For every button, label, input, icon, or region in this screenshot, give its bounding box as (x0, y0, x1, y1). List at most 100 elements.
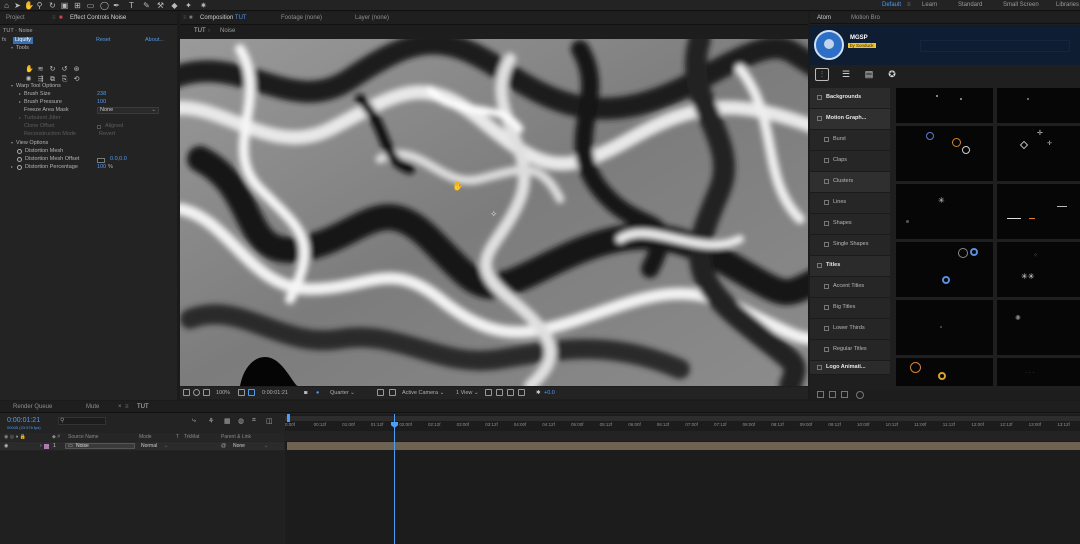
current-time-readout[interactable]: 0:00:01:21 (262, 390, 288, 396)
fx-icon[interactable]: fx (2, 37, 6, 44)
workspace-default[interactable]: Default (882, 2, 901, 8)
crosshair-icon[interactable] (97, 157, 105, 163)
timeline-search-input[interactable] (58, 417, 106, 425)
preset-thumbnail[interactable] (896, 300, 993, 355)
adjustments-icon[interactable]: ⫶ (815, 68, 829, 81)
reconstruction-mode-value[interactable]: Revert (99, 131, 115, 138)
workspace-standard[interactable]: Standard (958, 2, 982, 8)
brush-tool-icon[interactable]: ✎ (142, 1, 151, 10)
preset-thumbnail[interactable] (997, 88, 1080, 123)
reconstruction-tool-icon[interactable]: ⟲ (73, 76, 80, 83)
preset-thumbnail[interactable]: ✳ (896, 184, 993, 239)
exposure-value[interactable]: +0.0 (544, 390, 555, 396)
category-accent-titles[interactable]: Accent Titles (810, 277, 890, 298)
lock-icon[interactable]: ■ (189, 15, 193, 21)
toggle-pixel-aspect-icon[interactable] (485, 389, 492, 396)
reset-link[interactable]: Reset (96, 37, 110, 44)
column-source-name[interactable]: Source Name (68, 434, 99, 440)
category-backgrounds[interactable]: Backgrounds (810, 88, 890, 109)
category-titles[interactable]: Titles (810, 256, 890, 277)
shift-pixels-tool-icon[interactable]: ⇶ (37, 76, 44, 83)
twirl-open-icon[interactable] (11, 47, 13, 49)
twirl-ccw-tool-icon[interactable]: ↺ (61, 66, 68, 73)
preset-thumbnail[interactable] (896, 358, 993, 386)
stopwatch-icon[interactable] (17, 157, 22, 162)
camera-tool-icon[interactable]: ▣ (60, 1, 69, 10)
flowchart-icon[interactable] (518, 389, 525, 396)
large-view-icon[interactable] (841, 391, 848, 398)
workspace-small-screen[interactable]: Small Screen (1003, 2, 1039, 8)
grid-view-icon[interactable] (829, 391, 836, 398)
column-trkmat[interactable]: TrkMat (184, 434, 199, 440)
column-parent[interactable]: Parent & Link (221, 434, 251, 440)
category-claps[interactable]: Claps (810, 151, 890, 172)
exposure-icon[interactable]: ✱ (536, 390, 541, 396)
tab-atom[interactable]: Atom (817, 15, 831, 21)
refresh-icon[interactable] (856, 391, 864, 399)
graph-editor-icon[interactable]: ⌗ (252, 417, 256, 425)
preset-thumbnail[interactable]: · · · (997, 358, 1080, 386)
timeline-icon[interactable] (507, 389, 514, 396)
layer-name-field[interactable]: ▭ Noise (65, 443, 135, 449)
zoom-level-dropdown[interactable]: 100% (216, 390, 230, 396)
brush-pressure-value[interactable]: 100 (97, 99, 106, 106)
tab-layer[interactable]: Layer (none) (355, 15, 389, 21)
timeline-layer-row[interactable]: ◉ › 1 ▭ Noise Normal ⌄ @ None ⌄ (0, 442, 284, 450)
turbulence-tool-icon[interactable]: ≋ (37, 66, 44, 73)
preset-thumbnail[interactable] (997, 184, 1080, 239)
favorites-icon[interactable]: ✪ (885, 68, 899, 81)
list-icon[interactable]: ☰ (839, 68, 853, 81)
close-icon[interactable]: × (118, 404, 122, 410)
clone-tool-icon[interactable]: ⎘ (61, 76, 68, 83)
panel-toggle-icon[interactable] (817, 391, 824, 398)
eraser-tool-icon[interactable]: ◆ (170, 1, 179, 10)
playhead[interactable] (394, 414, 395, 544)
preset-thumbnail[interactable] (896, 126, 993, 181)
puppet-tool-icon[interactable]: ✷ (199, 1, 208, 10)
grid-guide-icon[interactable] (203, 389, 210, 396)
category-single-shapes[interactable]: Single Shapes (810, 235, 890, 256)
current-time-display[interactable]: 0:00:01:21 (7, 417, 40, 424)
work-area-start-handle[interactable] (287, 414, 290, 422)
category-logo-animations[interactable]: Logo Animati... (810, 361, 890, 375)
twirl-closed-icon[interactable] (19, 93, 21, 95)
category-lines[interactable]: Lines (810, 193, 890, 214)
ellipse-tool-icon[interactable]: ◯ (100, 1, 109, 10)
twirl-open-icon[interactable] (11, 85, 13, 87)
column-mode[interactable]: Mode (139, 434, 152, 440)
resolution-dropdown[interactable]: Quarter ⌄ (330, 390, 355, 396)
roto-brush-tool-icon[interactable]: ✦ (184, 1, 193, 10)
preset-thumbnail[interactable]: ✺ (997, 300, 1080, 355)
shy-layers-icon[interactable]: ⚘ (208, 417, 214, 425)
zoom-tool-icon[interactable]: ⚲ (35, 1, 44, 10)
fit-icon[interactable] (238, 389, 245, 396)
always-preview-icon[interactable] (183, 389, 190, 396)
layer-parent-dropdown[interactable]: None (233, 443, 245, 449)
category-motion-graphics[interactable]: Motion Graph... (810, 109, 890, 130)
column-t[interactable]: T (176, 434, 179, 440)
tab-effect-controls[interactable]: Effect Controls Noise (70, 15, 126, 21)
layer-duration-bar[interactable] (287, 442, 1080, 450)
show-channel-icon[interactable]: ● (316, 390, 319, 396)
twirl-open-icon[interactable] (11, 142, 13, 144)
layer-mode-dropdown[interactable]: Normal (141, 443, 157, 449)
tab-project[interactable]: Project (6, 15, 25, 21)
twirl-closed-icon[interactable] (11, 166, 13, 168)
hand-tool-icon[interactable]: ✋ (24, 1, 34, 10)
pick-whip-icon[interactable]: @ (221, 443, 226, 449)
twirl-cw-tool-icon[interactable]: ↻ (49, 66, 56, 73)
label-color-swatch[interactable] (44, 444, 49, 449)
draft-3d-icon[interactable]: ⤷ (192, 417, 196, 425)
distortion-mesh-offset-value[interactable]: 0.0,0.0 (110, 156, 127, 163)
timeline-track-area[interactable]: 0:00f 00:12f 01:00f 01:12f 02:00f 02:12f 03:00… (285, 414, 1080, 544)
breadcrumb-noise[interactable]: Noise (220, 28, 235, 34)
fast-previews-icon[interactable] (496, 389, 503, 396)
stopwatch-icon[interactable] (17, 165, 22, 170)
region-of-interest-icon[interactable] (193, 389, 200, 396)
pan-behind-tool-icon[interactable]: ⊞ (73, 1, 82, 10)
effect-name[interactable]: Liquify (13, 37, 33, 44)
panel-menu-icon[interactable]: ≡ (125, 404, 129, 410)
workspace-libraries[interactable]: Libraries (1056, 2, 1079, 8)
visibility-eye-icon[interactable]: ◉ (4, 443, 8, 449)
camera-dropdown[interactable]: Active Camera ⌄ (402, 390, 444, 396)
